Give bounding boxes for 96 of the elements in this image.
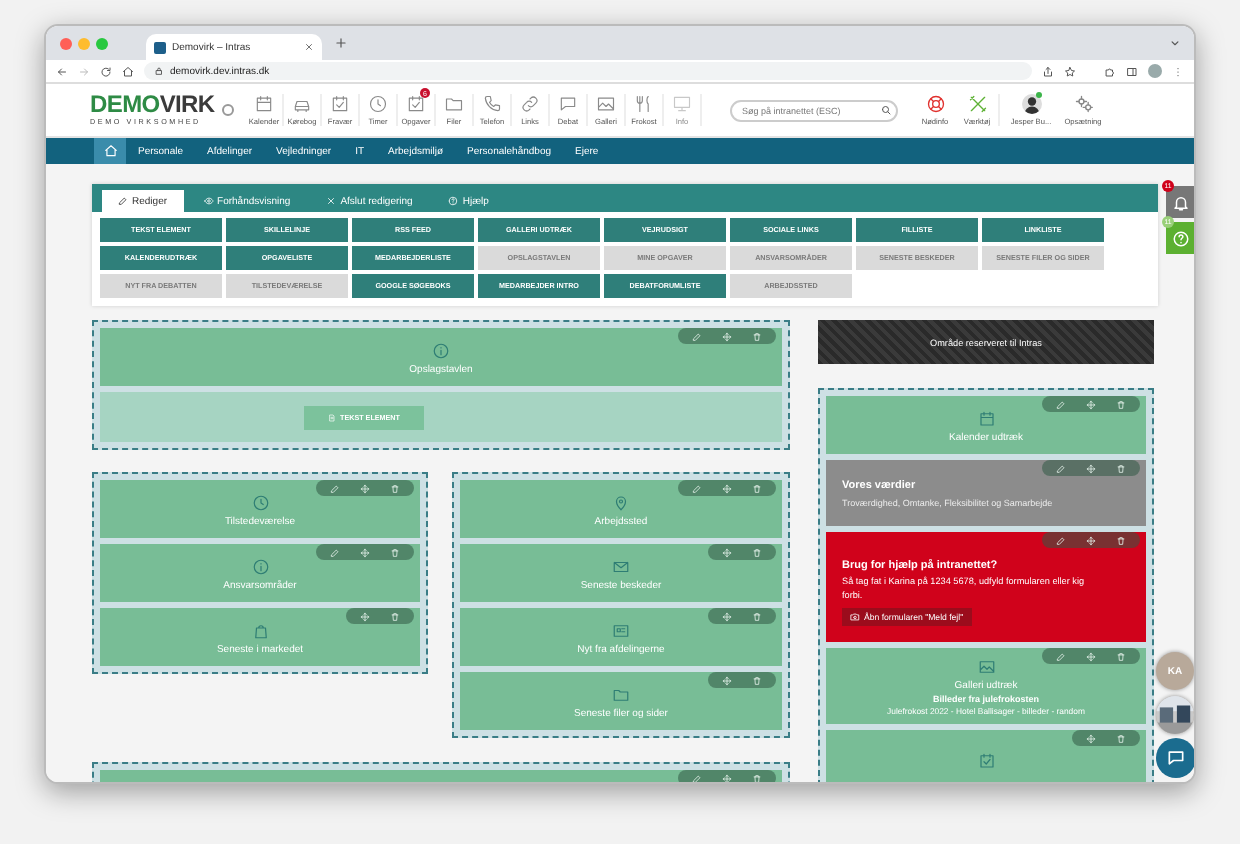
move-icon (360, 611, 370, 621)
monitor-icon (672, 94, 692, 114)
link-icon (520, 94, 540, 114)
back-icon[interactable] (56, 65, 68, 77)
share-icon[interactable] (1042, 65, 1054, 77)
edit-icon (692, 483, 702, 493)
clock-icon (251, 493, 269, 511)
gear-icon (1073, 94, 1093, 114)
edit-icon (118, 196, 128, 206)
cutlery-icon (634, 94, 654, 114)
delete-icon (752, 483, 762, 493)
move-icon (722, 547, 732, 557)
doc-icon (328, 413, 337, 421)
close-window-button[interactable] (60, 38, 72, 50)
edit-icon (330, 483, 340, 493)
camera-icon (850, 612, 860, 623)
mail-icon (612, 557, 630, 575)
delete-icon (752, 611, 762, 621)
maximize-window-button[interactable] (96, 38, 108, 50)
clock-icon (368, 94, 388, 114)
phone-icon (482, 94, 502, 114)
logo-text: DEMOVIRK (90, 94, 217, 116)
search-icon (880, 104, 892, 116)
move-icon (1086, 399, 1096, 409)
reload-icon[interactable] (100, 65, 112, 77)
chat-icon (1166, 748, 1186, 768)
question-icon (448, 196, 459, 206)
delete-icon (390, 483, 400, 493)
bell-icon (1171, 193, 1189, 211)
check-icon (330, 94, 350, 114)
profile-avatar[interactable] (1148, 64, 1162, 78)
news-icon (612, 621, 630, 639)
calendar-icon (977, 409, 995, 427)
lifebuoy-icon (925, 94, 945, 114)
help-button[interactable] (1166, 222, 1194, 254)
star-icon[interactable] (1064, 65, 1076, 77)
edit-icon (692, 331, 702, 341)
plus-icon[interactable] (334, 36, 348, 50)
info-icon (432, 341, 450, 359)
delete-icon (1116, 463, 1126, 473)
move-icon (1086, 463, 1096, 473)
move-icon (360, 483, 370, 493)
edit-icon (1056, 535, 1066, 545)
delete-icon (1116, 399, 1126, 409)
edit-icon (1056, 463, 1066, 473)
chat-button[interactable] (1156, 738, 1194, 778)
tools-icon (967, 94, 987, 114)
home-icon[interactable] (122, 65, 134, 77)
delete-icon (390, 547, 400, 557)
delete-icon (1116, 651, 1126, 661)
pin-icon (612, 493, 630, 511)
image-icon (596, 94, 616, 114)
close-icon (326, 196, 337, 206)
edit-icon (692, 773, 702, 782)
delete-icon (752, 773, 762, 782)
delete-icon (1116, 733, 1126, 743)
bag-icon (251, 621, 269, 639)
move-icon (1086, 535, 1096, 545)
delete-icon (752, 331, 762, 341)
move-icon (1086, 651, 1096, 661)
calendar-icon (254, 94, 274, 114)
chat-icon (558, 94, 578, 114)
favicon-icon (154, 41, 166, 53)
move-icon (722, 611, 732, 621)
eye-icon (203, 196, 214, 206)
move-icon (722, 773, 732, 782)
delete-icon (390, 611, 400, 621)
forward-icon[interactable] (78, 65, 90, 77)
edit-icon (1056, 399, 1066, 409)
user-avatar (1021, 94, 1041, 114)
edit-icon (330, 547, 340, 557)
home-icon (103, 144, 117, 158)
sidebar-icon[interactable] (1126, 65, 1138, 77)
delete-icon (752, 547, 762, 557)
edit-icon (1056, 651, 1066, 661)
folder-icon (444, 94, 464, 114)
chevron-icon (1168, 36, 1182, 50)
check-icon (406, 94, 426, 114)
move-icon (722, 331, 732, 341)
move-icon (722, 675, 732, 685)
delete-icon (752, 675, 762, 685)
notifications-button[interactable] (1166, 186, 1194, 218)
lock-icon (154, 66, 164, 76)
close-icon (304, 42, 314, 52)
move-icon (1086, 733, 1096, 743)
menu-icon[interactable] (1172, 65, 1184, 77)
move-icon (360, 547, 370, 557)
image-icon (977, 658, 995, 676)
folder-icon (612, 685, 630, 703)
info-icon (251, 557, 269, 575)
home-button[interactable] (94, 138, 126, 164)
check-icon (977, 751, 995, 769)
delete-icon (1116, 535, 1126, 545)
minimize-window-button[interactable] (78, 38, 90, 50)
move-icon (722, 483, 732, 493)
question-icon (1171, 229, 1189, 247)
